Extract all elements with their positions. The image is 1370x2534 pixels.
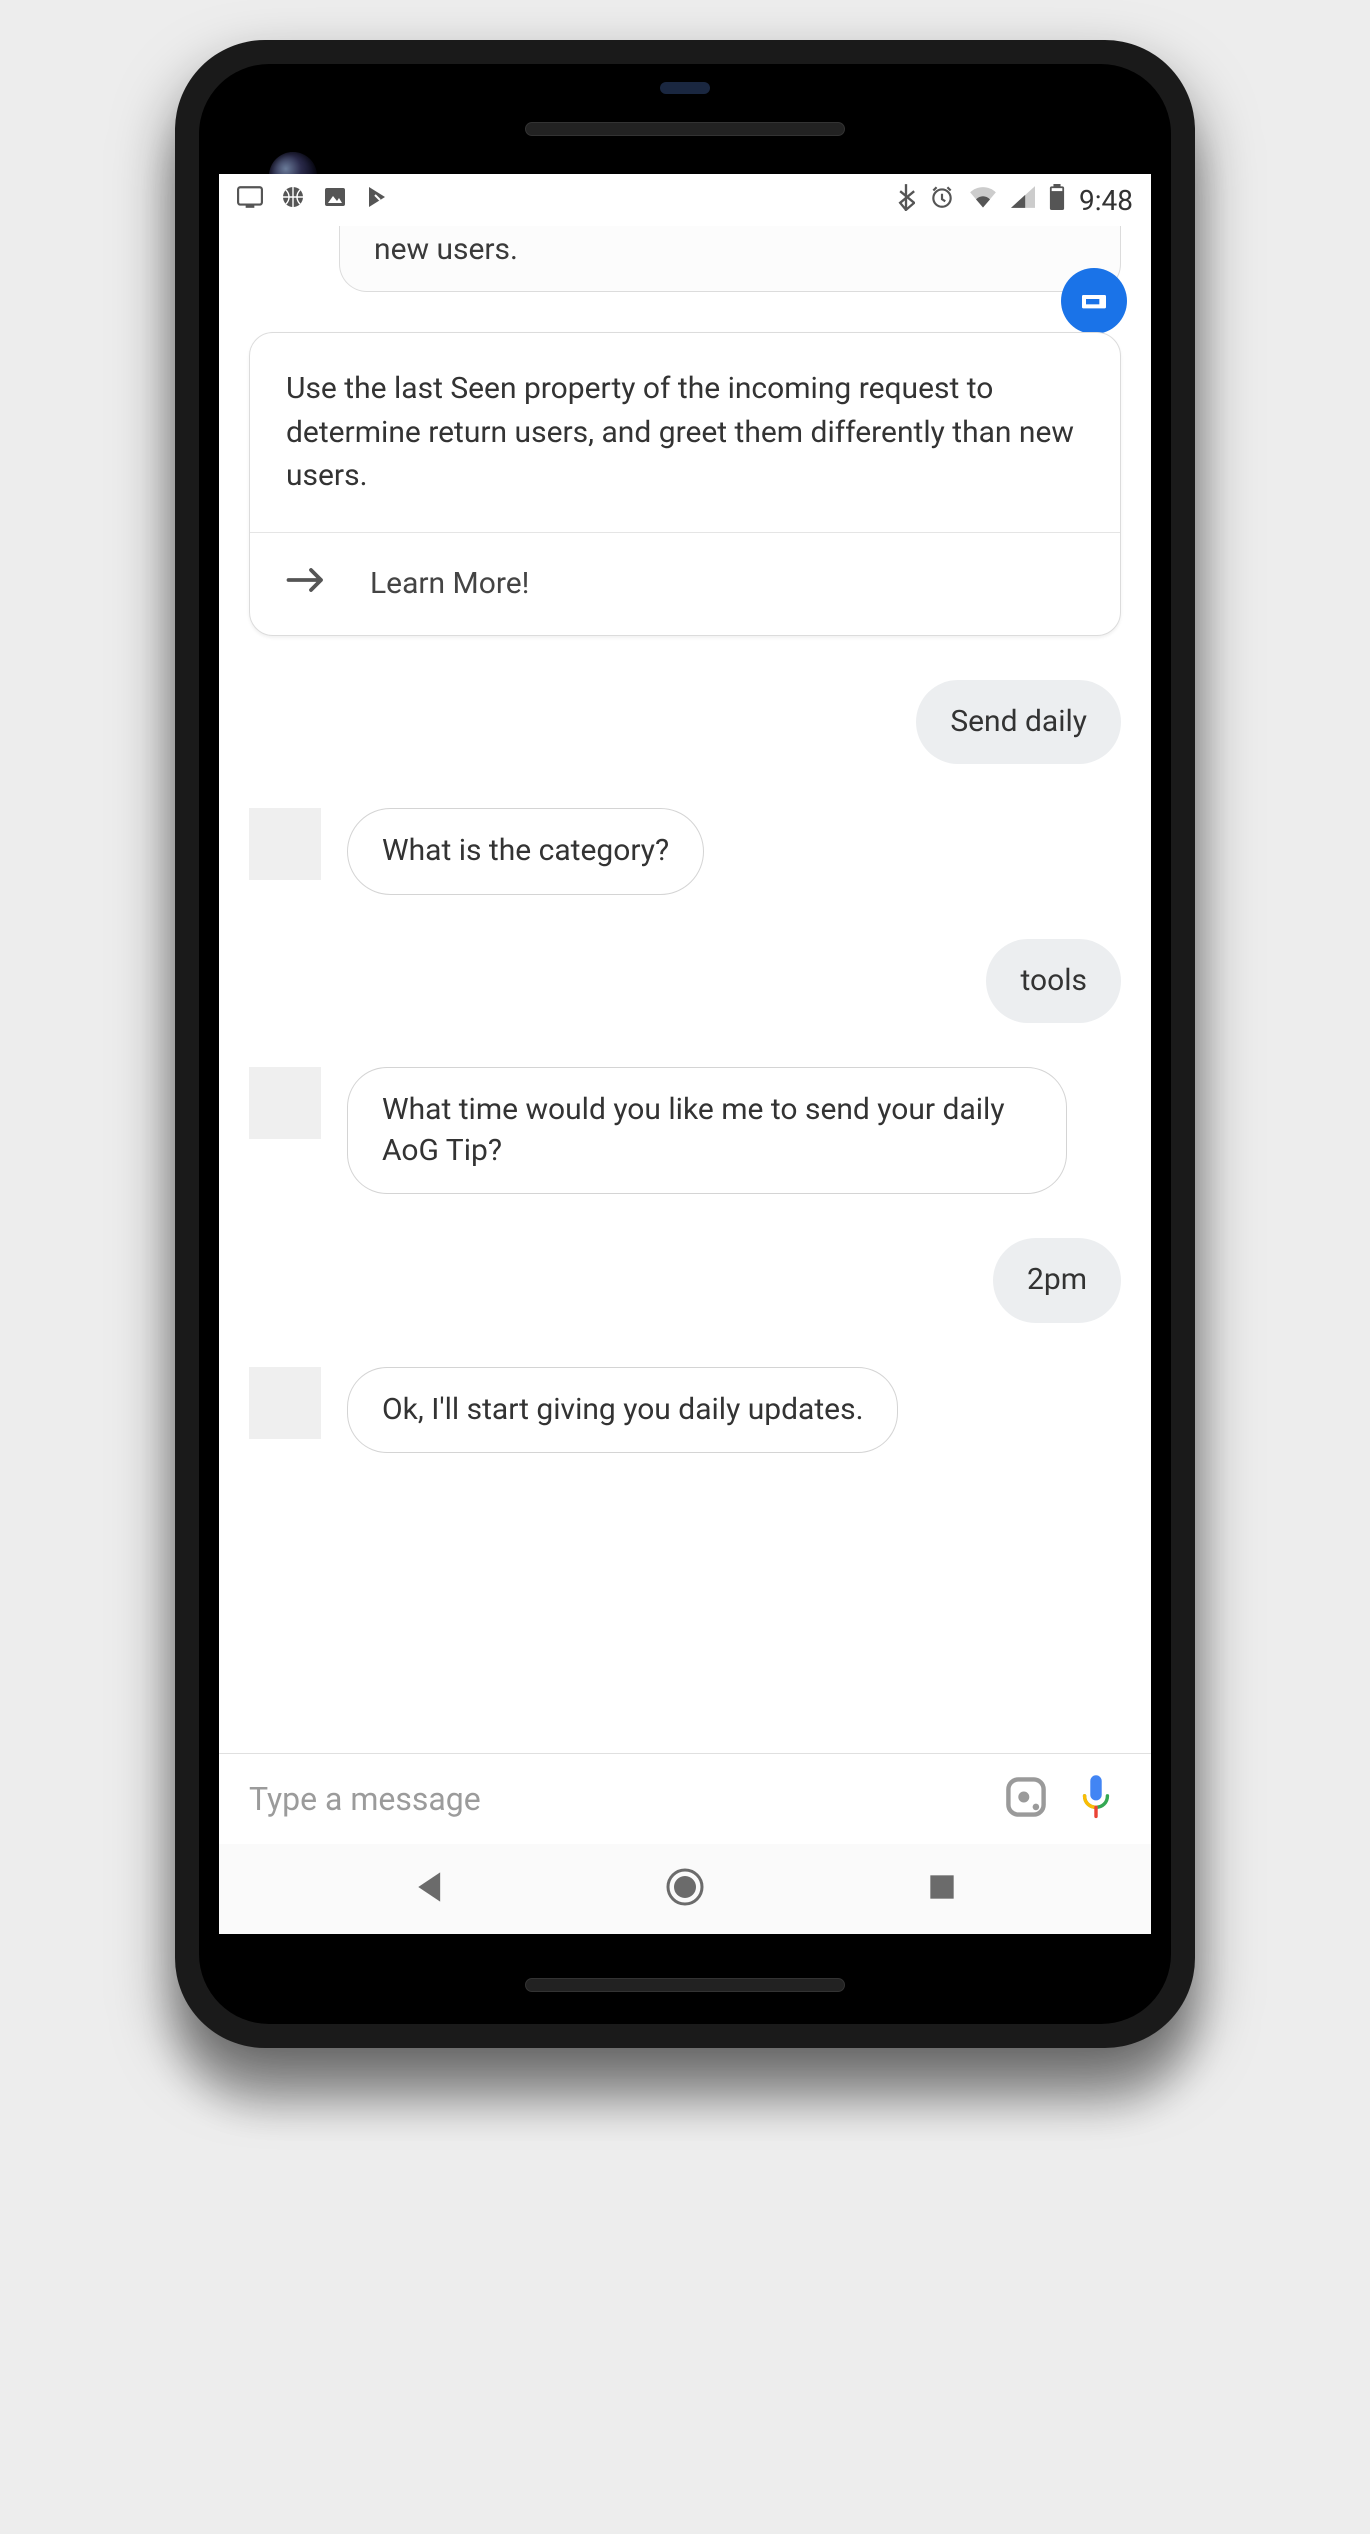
cellular-signal-icon — [1011, 185, 1035, 215]
assistant-message-bubble[interactable]: What time would you like me to send your… — [347, 1067, 1067, 1194]
assistant-avatar — [249, 1067, 321, 1139]
phone-screen: 9:48 new users. Use the last Seen proper… — [219, 174, 1151, 1934]
user-message-bubble[interactable]: tools — [986, 939, 1121, 1024]
lens-icon — [1004, 1775, 1048, 1823]
status-right-icons: 9:48 — [897, 183, 1133, 218]
message-row-assistant: What is the category? — [249, 808, 1121, 895]
cast-icon — [237, 185, 263, 215]
message-input-bar: Type a message — [219, 1753, 1151, 1844]
navigation-bar — [219, 1844, 1151, 1934]
proximity-sensor — [660, 82, 710, 94]
overview-button[interactable] — [897, 1859, 987, 1919]
action-avatar-badge — [1061, 268, 1127, 334]
tip-card-body: Use the last Seen property of the incomi… — [250, 333, 1120, 532]
bottom-speaker — [525, 1978, 845, 1992]
assistant-avatar — [249, 808, 321, 880]
assistant-message-bubble[interactable]: Ok, I'll start giving you daily updates. — [347, 1367, 898, 1454]
home-button[interactable] — [640, 1859, 730, 1919]
bluetooth-icon — [897, 183, 915, 218]
play-store-icon — [365, 185, 389, 216]
basketball-icon — [281, 185, 305, 216]
user-message-bubble[interactable]: 2pm — [993, 1238, 1121, 1323]
assistant-avatar — [249, 1367, 321, 1439]
message-input[interactable]: Type a message — [249, 1780, 981, 1818]
battery-icon — [1049, 184, 1065, 217]
chat-scroll-area[interactable]: new users. Use the last Seen property of… — [219, 226, 1151, 1753]
triangle-back-icon — [413, 1870, 443, 1908]
square-overview-icon — [928, 1873, 956, 1905]
arrow-right-icon — [286, 565, 326, 603]
tip-card-partial-text: new users. — [374, 232, 518, 267]
tip-card-partial: new users. — [339, 226, 1121, 292]
learn-more-label: Learn More! — [370, 566, 529, 601]
message-row-assistant: What time would you like me to send your… — [249, 1067, 1121, 1194]
mic-button[interactable] — [1071, 1774, 1121, 1824]
back-button[interactable] — [383, 1859, 473, 1919]
mic-icon — [1078, 1773, 1114, 1825]
learn-more-button[interactable]: Learn More! — [250, 532, 1120, 635]
status-time: 9:48 — [1079, 184, 1133, 217]
circle-home-icon — [665, 1867, 705, 1911]
lens-button[interactable] — [1001, 1774, 1051, 1824]
action-avatar-icon — [1078, 283, 1110, 319]
phone-frame: 9:48 new users. Use the last Seen proper… — [175, 40, 1195, 2048]
alarm-icon — [929, 184, 955, 217]
status-bar: 9:48 — [219, 174, 1151, 226]
earpiece-speaker — [525, 122, 845, 136]
message-row-user: Send daily — [249, 680, 1121, 765]
image-icon — [323, 185, 347, 216]
tip-card: Use the last Seen property of the incomi… — [249, 332, 1121, 636]
user-message-bubble[interactable]: Send daily — [916, 680, 1121, 765]
message-row-user: 2pm — [249, 1238, 1121, 1323]
status-left-icons — [237, 185, 389, 216]
wifi-icon — [969, 185, 997, 215]
phone-bezel: 9:48 new users. Use the last Seen proper… — [199, 64, 1171, 2024]
message-row-user: tools — [249, 939, 1121, 1024]
assistant-message-bubble[interactable]: What is the category? — [347, 808, 704, 895]
message-row-assistant: Ok, I'll start giving you daily updates. — [249, 1367, 1121, 1454]
